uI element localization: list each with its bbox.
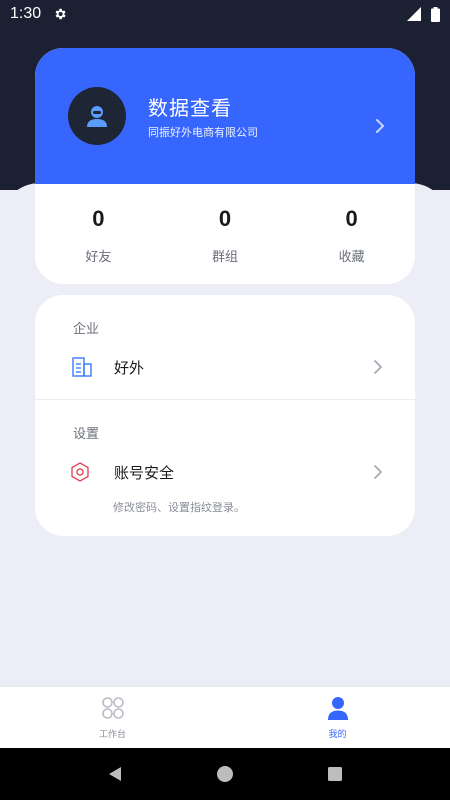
recents-icon[interactable] [326,765,344,783]
section-title-settings: 设置 [73,427,100,442]
status-time: 1:30 [10,5,42,22]
menu-item-description: 修改密码、设置指纹登录。 [113,501,245,514]
menu-card: 企业 好外 设置 账号安全 修改密码、设置指纹登录。 [35,295,415,536]
building-icon [72,357,92,377]
chevron-right-icon [374,465,382,479]
tab-label: 工作台 [98,730,126,740]
tab-label: 我的 [328,730,347,740]
tab-workbench[interactable]: 工作台 [0,687,225,748]
user-icon [327,697,348,720]
stat-label: 收藏 [338,250,365,265]
divider [35,399,415,400]
profile-card: 数据查看 同振好外电商有限公司 0 好友 0 群组 0 收藏 [35,48,415,284]
home-icon[interactable] [216,765,234,783]
battery-icon [431,6,440,22]
menu-item-enterprise[interactable]: 好外 [35,347,415,387]
profile-header[interactable]: 数据查看 同振好外电商有限公司 [35,48,415,184]
hexagon-security-icon [71,462,89,482]
stat-value: 0 [92,206,105,231]
settings-gear-icon [55,8,66,20]
stat-label: 群组 [212,250,239,265]
stats-row: 0 好友 0 群组 0 收藏 [35,184,415,284]
chevron-right-icon [374,360,382,374]
chevron-right-icon[interactable] [375,118,385,134]
avatar[interactable] [68,87,126,145]
grid-icon [101,697,124,719]
stat-label: 好友 [85,250,112,265]
bottom-tab-bar: 工作台 我的 [0,686,450,748]
tab-mine[interactable]: 我的 [225,687,450,748]
stat-groups[interactable]: 0 群组 [162,184,289,284]
menu-item-label: 账号安全 [114,463,175,482]
signal-icon [407,7,421,21]
section-title-enterprise: 企业 [73,322,100,337]
profile-company: 同振好外电商有限公司 [148,126,258,139]
stat-friends[interactable]: 0 好友 [35,184,162,284]
stat-favorites[interactable]: 0 收藏 [288,184,415,284]
back-icon[interactable] [106,765,124,783]
user-avatar-icon [87,106,107,127]
stat-value: 0 [218,206,232,231]
system-navigation-bar [0,748,450,800]
status-bar: 1:30 [0,0,450,28]
menu-item-label: 好外 [114,358,145,377]
stat-value: 0 [345,206,358,231]
profile-name: 数据查看 [148,96,232,120]
menu-item-account-security[interactable]: 账号安全 [35,452,415,492]
